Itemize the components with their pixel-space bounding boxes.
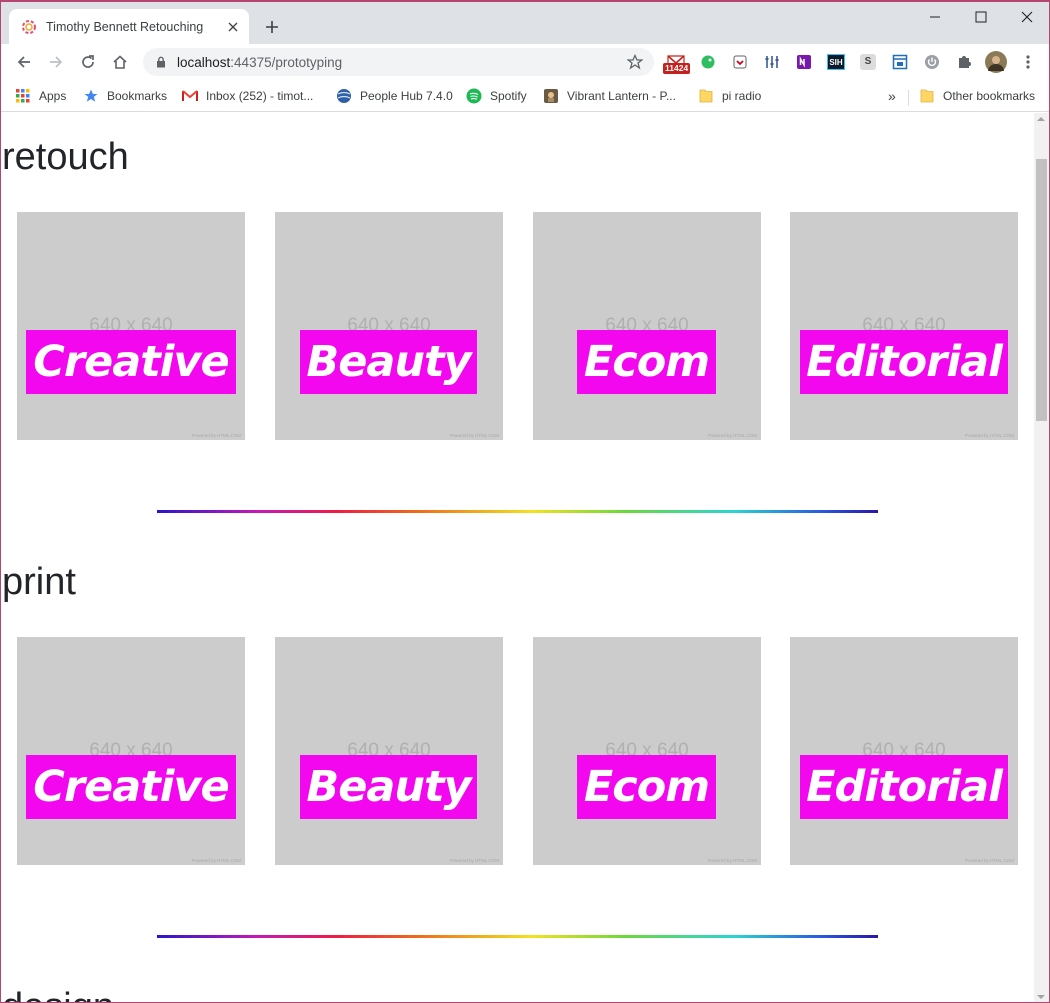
tab-strip: Timothy Bennett Retouching [1,2,1049,44]
minimize-icon[interactable] [912,2,958,32]
card-label: Creative [26,330,236,394]
card-label: Editorial [800,330,1008,394]
bookmark-label: pi radio [722,89,762,103]
browser-window: Timothy Bennett Retouching localhost:443… [0,0,1050,1003]
placeholder-footer: Powered by HTML.COM [964,858,1014,863]
gmail-extension-icon[interactable]: 11424 [663,52,691,74]
placeholder-footer: Powered by HTML.COM [191,858,241,863]
card-label: Editorial [800,755,1008,819]
apps-grid-icon [15,88,31,104]
card-creative[interactable]: 640 x 640 Powered by HTML.COM Creative [17,637,245,865]
pocket-icon[interactable] [730,52,750,72]
page-content: retouch 640 x 640 Powered by HTML.COM Cr… [1,113,1034,1002]
bookmark-inbox[interactable]: Inbox (252) - timot... [182,86,313,106]
folder-icon [698,88,714,104]
bookmark-spotify[interactable]: Spotify [466,86,527,106]
section-title: design [2,988,114,1002]
bookmark-vibrant-lantern[interactable]: Vibrant Lantern - P... [543,86,676,106]
scroll-down-arrow-icon[interactable] [1037,995,1045,999]
bookmark-star-icon[interactable] [625,52,645,72]
card-label: Ecom [577,755,716,819]
address-bar[interactable]: localhost:44375/prototyping [143,48,654,76]
bookmarks-bar: Apps Bookmarks Inbox (252) - timot... Pe… [1,80,1049,112]
lock-icon [153,54,169,70]
bookmarks-divider [908,90,909,106]
lantern-icon [543,88,559,104]
power-icon[interactable] [922,52,942,72]
globe-icon [336,88,352,104]
gmail-badge: 11424 [663,63,691,74]
card-ecom[interactable]: 640 x 640 Powered by HTML.COM Ecom [533,637,761,865]
bookmark-label: Bookmarks [107,89,168,103]
placeholder-footer: Powered by HTML.COM [964,433,1014,438]
bookmark-pi-radio[interactable]: pi radio [698,86,761,106]
bookmark-bookmarks[interactable]: Bookmarks [83,86,167,106]
bookmarks-overflow-chevron-icon[interactable]: » [888,86,896,106]
card-creative[interactable]: 640 x 640 Powered by HTML.COM Creative [17,212,245,440]
tab-active[interactable]: Timothy Bennett Retouching [9,9,249,44]
s-extension-icon[interactable]: S [858,52,878,72]
url-path: :44375/prototyping [230,54,343,70]
rainbow-divider [157,935,878,938]
home-icon[interactable] [106,48,134,76]
bookmark-people-hub[interactable]: People Hub 7.4.0 [336,86,453,106]
calendar-window-icon[interactable] [890,52,910,72]
site-favicon-icon [21,19,37,35]
maximize-icon[interactable] [958,2,1004,32]
url-text: localhost:44375/prototyping [177,55,625,70]
bookmark-other-bookmarks[interactable]: Other bookmarks [919,86,1035,106]
bookmark-label: Inbox (252) - timot... [206,89,314,103]
spotify-icon [466,88,482,104]
folder-icon [919,88,935,104]
placeholder-footer: Powered by HTML.COM [191,433,241,438]
section-title: print [2,561,76,603]
bookmark-label: Spotify [490,89,527,103]
url-host: localhost [177,54,231,70]
puzzle-extensions-icon[interactable] [954,52,974,72]
scrollbar-thumb[interactable] [1036,159,1047,421]
placeholder-footer: Powered by HTML.COM [707,858,757,863]
back-arrow-icon[interactable] [10,48,38,76]
star-icon [83,88,99,104]
sih-label: SIH [827,54,845,70]
gmail-icon [182,88,198,104]
card-editorial[interactable]: 640 x 640 Powered by HTML.COM Editorial [790,637,1018,865]
new-tab-button[interactable] [260,15,284,39]
card-label: Creative [26,755,236,819]
bookmark-label: People Hub 7.4.0 [360,89,453,103]
tab-close-icon[interactable] [225,19,241,35]
bookmark-label: Apps [39,89,67,103]
avatar[interactable] [985,51,1007,73]
placeholder-footer: Powered by HTML.COM [449,433,499,438]
card-beauty[interactable]: 640 x 640 Powered by HTML.COM Beauty [275,637,503,865]
browser-toolbar: localhost:44375/prototyping 11424 SIH S [1,44,1049,80]
card-ecom[interactable]: 640 x 640 Powered by HTML.COM Ecom [533,212,761,440]
onenote-icon[interactable] [794,52,814,72]
bookmark-label: Other bookmarks [943,89,1036,103]
s-label: S [860,54,876,70]
page-scrollbar[interactable] [1034,113,1049,1002]
close-window-icon[interactable] [1004,2,1049,32]
card-beauty[interactable]: 640 x 640 Powered by HTML.COM Beauty [275,212,503,440]
forward-arrow-icon[interactable] [42,48,70,76]
card-label: Beauty [300,330,477,394]
section-title: retouch [2,136,129,178]
bookmark-apps[interactable]: Apps [15,86,66,106]
card-label: Beauty [300,755,477,819]
card-editorial[interactable]: 640 x 640 Powered by HTML.COM Editorial [790,212,1018,440]
scroll-up-arrow-icon[interactable] [1037,117,1045,121]
rainbow-divider [157,510,878,513]
placeholder-footer: Powered by HTML.COM [449,858,499,863]
card-label: Ecom [577,330,716,394]
placeholder-footer: Powered by HTML.COM [707,433,757,438]
reload-icon[interactable] [74,48,102,76]
evernote-icon[interactable] [698,52,718,72]
tab-title: Timothy Bennett Retouching [46,19,204,34]
sih-extension-icon[interactable]: SIH [826,52,846,72]
kebab-menu-icon[interactable] [1018,52,1038,72]
bookmark-label: Vibrant Lantern - P... [567,89,676,103]
equalizer-icon[interactable] [762,52,782,72]
